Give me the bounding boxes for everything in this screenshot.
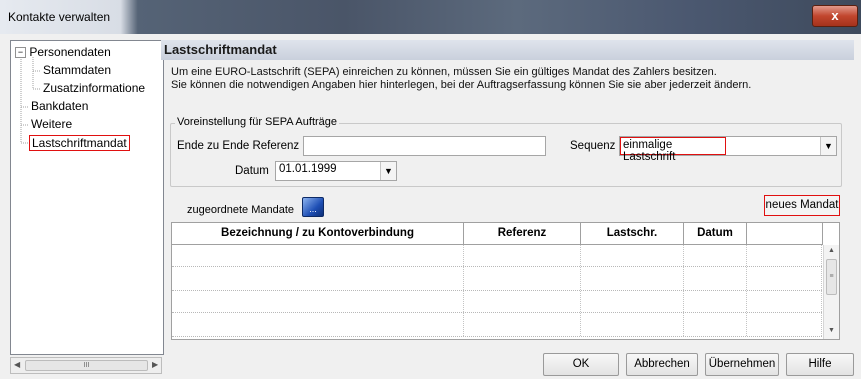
scroll-thumb[interactable]: III — [25, 360, 148, 371]
table-cell[interactable] — [684, 267, 747, 290]
table-row[interactable] — [172, 291, 822, 313]
mandates-table: Bezeichnung / zu Kontoverbindung Referen… — [171, 222, 840, 340]
sequence-value: einmalige Lastschrift — [620, 137, 726, 163]
tree-item-lastschriftmandat[interactable]: Lastschriftmandat — [29, 135, 130, 151]
date-value: 01.01.1999 — [279, 163, 337, 175]
ok-button[interactable]: OK — [543, 353, 619, 376]
table-cell[interactable] — [464, 313, 581, 336]
column-header-datum[interactable]: Datum — [684, 223, 747, 245]
table-row[interactable] — [172, 267, 822, 291]
sequence-label: Sequenz — [570, 140, 616, 152]
table-cell[interactable] — [172, 245, 464, 266]
help-button[interactable]: Hilfe — [786, 353, 854, 376]
table-cell[interactable] — [464, 291, 581, 312]
table-cell[interactable] — [172, 313, 464, 336]
table-cell[interactable] — [684, 313, 747, 336]
mandate-lookup-icon[interactable]: ... — [302, 197, 324, 217]
description-line-1: Um eine EURO-Lastschrift (SEPA) einreich… — [171, 66, 717, 78]
table-row[interactable] — [172, 313, 822, 337]
table-cell[interactable] — [684, 245, 747, 266]
table-row[interactable] — [172, 245, 822, 267]
tree-item-bankdaten[interactable]: Bankdaten — [31, 99, 88, 113]
column-header-referenz[interactable]: Referenz — [464, 223, 581, 245]
tree-item-stammdaten[interactable]: Stammdaten — [43, 63, 111, 77]
table-vertical-scrollbar[interactable]: ▲ ≡ ▼ — [823, 245, 839, 339]
date-select[interactable]: 01.01.1999 ▼ — [275, 161, 397, 181]
title-bar: Kontakte verwalten x — [0, 0, 861, 34]
collapse-icon[interactable]: − — [15, 47, 26, 59]
scroll-down-icon[interactable]: ▼ — [828, 327, 835, 334]
window-title: Kontakte verwalten — [8, 10, 111, 24]
tree-item-label: Personendaten — [29, 45, 111, 59]
close-button[interactable]: x — [812, 5, 858, 27]
date-label: Datum — [235, 165, 269, 177]
table-cell[interactable] — [581, 245, 684, 266]
sequence-select[interactable]: einmalige Lastschrift ▼ — [619, 136, 837, 163]
table-cell[interactable] — [747, 267, 822, 290]
scroll-left-icon[interactable]: ◀ — [14, 360, 20, 369]
apply-button[interactable]: Übernehmen — [705, 353, 779, 376]
new-mandate-button[interactable]: neues Mandat — [764, 195, 840, 216]
table-cell[interactable] — [747, 291, 822, 312]
table-cell[interactable] — [172, 267, 464, 290]
mandates-label: zugeordnete Mandate — [187, 204, 295, 216]
reference-label: Ende zu Ende Referenz — [177, 140, 300, 152]
table-cell[interactable] — [581, 267, 684, 290]
table-cell[interactable] — [581, 313, 684, 336]
column-header-bezeichnung[interactable]: Bezeichnung / zu Kontoverbindung — [172, 223, 464, 245]
scroll-thumb[interactable]: ≡ — [826, 259, 837, 295]
tree-item-personendaten[interactable]: − Personendaten — [15, 45, 111, 59]
tree-horizontal-scrollbar[interactable]: ◀ III ▶ — [10, 357, 162, 374]
scroll-up-icon[interactable]: ▲ — [828, 247, 835, 254]
description-line-2: Sie können die notwendigen Angaben hier … — [171, 79, 752, 91]
panel-title: Lastschriftmandat — [161, 40, 854, 60]
chevron-down-icon[interactable]: ▼ — [380, 162, 396, 180]
tree-item-zusatzinformationen[interactable]: Zusatzinformatione — [43, 81, 145, 95]
sepa-group-label: Voreinstellung für SEPA Aufträge — [175, 116, 340, 128]
tree-item-weitere[interactable]: Weitere — [31, 117, 72, 131]
scroll-right-icon[interactable]: ▶ — [152, 360, 158, 369]
table-cell[interactable] — [581, 291, 684, 312]
cancel-button[interactable]: Abbrechen — [626, 353, 698, 376]
column-header-extra[interactable] — [747, 223, 823, 245]
table-cell[interactable] — [747, 313, 822, 336]
table-cell[interactable] — [464, 245, 581, 266]
table-cell[interactable] — [172, 291, 464, 312]
reference-input[interactable] — [303, 136, 546, 156]
table-cell[interactable] — [464, 267, 581, 290]
table-cell[interactable] — [684, 291, 747, 312]
navigation-tree: − Personendaten Stammdaten Zusatzinforma… — [10, 40, 164, 355]
chevron-down-icon[interactable]: ▼ — [820, 137, 836, 155]
column-header-lastschrift[interactable]: Lastschr. — [581, 223, 684, 245]
table-header: Bezeichnung / zu Kontoverbindung Referen… — [172, 223, 839, 245]
table-cell[interactable] — [747, 245, 822, 266]
